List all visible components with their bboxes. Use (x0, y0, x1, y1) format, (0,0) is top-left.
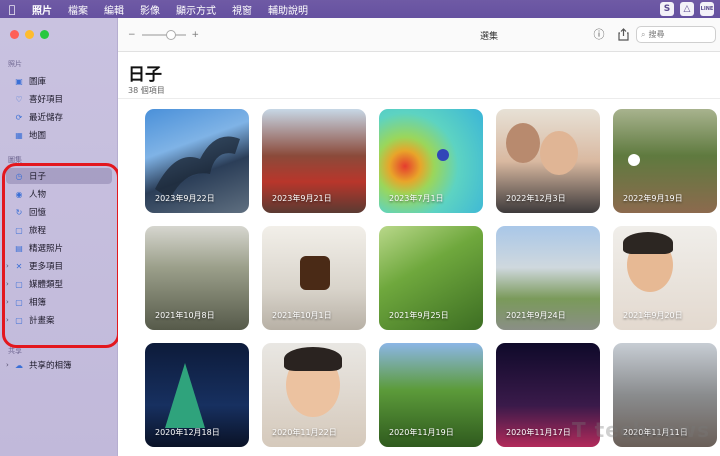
watermark-logo: T technews (571, 418, 710, 442)
tile-date: 2020年11月22日 (272, 428, 337, 437)
tile-date: 2021年9月24日 (506, 311, 566, 320)
zoom-in-button[interactable]: + (192, 30, 200, 40)
recents-icon: ⟳ (15, 112, 23, 122)
red-highlight-annotation (2, 163, 120, 348)
photo-tile[interactable]: 2021年9月20日 (613, 226, 717, 330)
photo-tile[interactable]: 2023年7月1日 (379, 109, 483, 213)
toolbar: − + 選集 ⓘ ⌕ (118, 18, 720, 52)
photo-tile[interactable]: 2020年11月22日 (262, 343, 366, 447)
menu-file[interactable]: 檔案 (60, 2, 96, 17)
sidebar-item-label: 圖庫 (29, 77, 47, 87)
header-divider (118, 98, 720, 99)
menu-bar:  照片 檔案 編輯 影像 顯示方式 視窗 輔助說明 S △ LINE (0, 0, 720, 18)
sidebar-item-favorites[interactable]: ♡ 喜好項目 (6, 91, 112, 107)
page-title: 日子 (128, 65, 162, 85)
tile-date: 2021年9月20日 (623, 311, 683, 320)
photo-tile[interactable]: 2020年12月18日 (145, 343, 249, 447)
item-count: 38 個項目 (128, 86, 165, 95)
tile-date: 2023年9月21日 (272, 194, 332, 203)
tile-date: 2020年11月19日 (389, 428, 454, 437)
tile-date: 2021年9月25日 (389, 311, 449, 320)
photo-tile[interactable]: 2021年9月25日 (379, 226, 483, 330)
photos-window: 照片 ▣ 圖庫 ♡ 喜好項目 ⟳ 最近儲存 ▦ 地圖 圖集 ◷ 日子 ◉ 人物 … (0, 18, 720, 456)
close-window-button[interactable] (10, 30, 19, 39)
zoom-slider[interactable] (141, 30, 186, 40)
tile-date: 2022年9月19日 (623, 194, 683, 203)
chevron-right-icon[interactable]: › (6, 361, 9, 369)
tile-date: 2020年11月17日 (506, 428, 571, 437)
search-icon: ⌕ (641, 29, 646, 39)
zoom-control[interactable]: − + (128, 30, 199, 40)
sidebar: 照片 ▣ 圖庫 ♡ 喜好項目 ⟳ 最近儲存 ▦ 地圖 圖集 ◷ 日子 ◉ 人物 … (0, 18, 120, 456)
sidebar-item-shared-albums[interactable]: › ☁ 共享的相簿 (6, 357, 112, 373)
photo-tile[interactable]: 2021年9月24日 (496, 226, 600, 330)
sidebar-item-label: 喜好項目 (29, 95, 64, 105)
menu-window[interactable]: 視窗 (224, 2, 260, 17)
info-icon[interactable]: ⓘ (591, 26, 607, 42)
tile-date: 2023年9月22日 (155, 194, 215, 203)
sidebar-item-library[interactable]: ▣ 圖庫 (6, 73, 112, 89)
photo-tile[interactable]: 2023年9月21日 (262, 109, 366, 213)
photo-tile[interactable]: 2021年10月1日 (262, 226, 366, 330)
photo-tile[interactable]: 2021年10月8日 (145, 226, 249, 330)
menu-edit[interactable]: 編輯 (96, 2, 132, 17)
line-tray-icon[interactable]: LINE (700, 2, 714, 16)
photo-tile[interactable]: 2023年9月22日 (145, 109, 249, 213)
photo-tile[interactable]: 2022年12月3日 (496, 109, 600, 213)
menu-photos[interactable]: 照片 (24, 2, 60, 17)
window-controls (10, 30, 49, 39)
menu-help[interactable]: 輔助說明 (260, 2, 316, 17)
zoom-window-button[interactable] (40, 30, 49, 39)
sidebar-item-recents[interactable]: ⟳ 最近儲存 (6, 109, 112, 125)
search-field[interactable]: ⌕ (636, 26, 716, 43)
map-icon: ▦ (15, 130, 23, 140)
sidebar-item-label: 地圖 (29, 131, 47, 141)
section-label-photos: 照片 (8, 60, 22, 68)
main-content: 日子 38 個項目 2023年9月22日 2023年9月21日 2023年7月1… (118, 52, 720, 456)
minimize-window-button[interactable] (25, 30, 34, 39)
library-icon: ▣ (15, 76, 23, 86)
tile-date: 2022年12月3日 (506, 194, 566, 203)
sidebar-item-map[interactable]: ▦ 地圖 (6, 127, 112, 143)
tile-date: 2021年10月8日 (155, 311, 215, 320)
heart-icon: ♡ (15, 94, 23, 104)
menu-image[interactable]: 影像 (132, 2, 168, 17)
line-tray-label: LINE (700, 6, 714, 12)
tile-date: 2023年7月1日 (389, 194, 444, 203)
skype-tray-icon[interactable]: S (660, 2, 674, 16)
drive-tray-icon[interactable]: △ (680, 2, 694, 16)
tile-date: 2020年12月18日 (155, 428, 220, 437)
toolbar-title: 選集 (480, 32, 499, 42)
zoom-slider-thumb[interactable] (165, 30, 176, 40)
menu-view[interactable]: 顯示方式 (168, 2, 224, 17)
search-input[interactable] (648, 30, 705, 39)
cloud-icon: ☁ (15, 360, 23, 370)
sidebar-item-label: 最近儲存 (29, 113, 64, 123)
photo-tile[interactable]: 2020年11月19日 (379, 343, 483, 447)
zoom-out-button[interactable]: − (128, 30, 136, 40)
share-icon[interactable] (615, 26, 631, 42)
sidebar-item-label: 共享的相簿 (29, 361, 72, 371)
tile-date: 2021年10月1日 (272, 311, 332, 320)
photo-tile[interactable]: 2022年9月19日 (613, 109, 717, 213)
apple-menu-icon[interactable]:  (0, 3, 24, 16)
